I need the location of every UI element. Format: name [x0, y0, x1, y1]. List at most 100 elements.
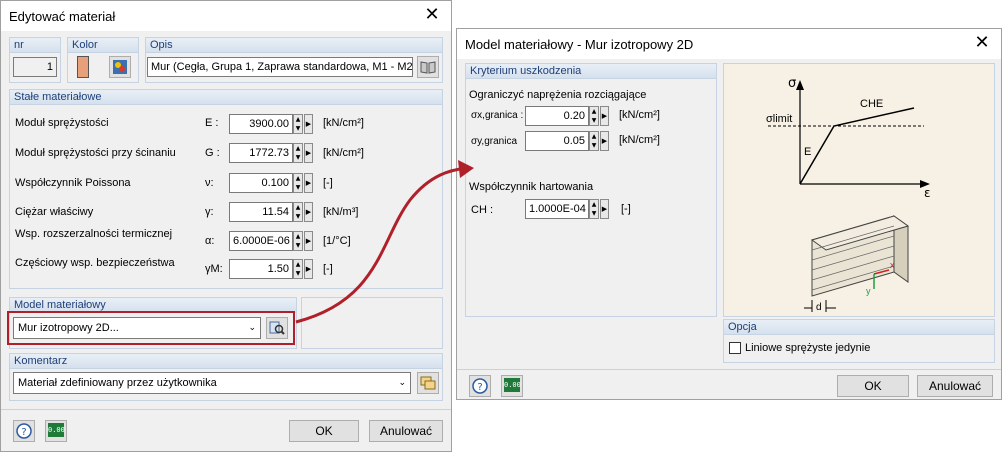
spin-button[interactable]: ▲ ▼ [293, 173, 303, 193]
svg-text:?: ? [21, 427, 26, 438]
constant-symbol: α: [205, 235, 215, 247]
che-label: CHE [860, 98, 884, 110]
constant-symbol: γ: [205, 206, 214, 218]
unit-label: [kN/cm²] [619, 109, 660, 121]
edit-material-title: Edytować materiał [9, 8, 116, 24]
cancel-button[interactable]: Anulować [917, 375, 993, 397]
spin-button[interactable]: ▲ ▼ [589, 199, 599, 219]
kolor-header: Kolor [68, 38, 138, 53]
spin-button[interactable]: ▲ ▼ [589, 106, 599, 126]
hardening-label: Współczynnik hartowania [469, 181, 594, 193]
color-picker-button[interactable] [109, 56, 131, 78]
help-button[interactable]: ? [13, 420, 35, 442]
sigma-y-label: σy,granica [471, 136, 518, 147]
help-icon: ? [472, 378, 488, 394]
unit-label: [-] [621, 203, 631, 215]
units-button[interactable]: 0.00 [501, 375, 523, 397]
units-icon: 0.00 [48, 423, 65, 437]
thermal-expansion-field[interactable]: 6.0000E-06 [229, 231, 293, 251]
close-icon[interactable]: ✕ [971, 33, 993, 55]
cancel-button[interactable]: Anulować [369, 420, 443, 442]
edit-material-titlebar: Edytować materiał ✕ [1, 1, 451, 31]
d-label: d [816, 302, 822, 313]
constants-header: Stałe materiałowe [10, 90, 442, 105]
book-icon [420, 61, 436, 74]
unit-weight-field[interactable]: 11.54 [229, 202, 293, 222]
spin-button[interactable]: ▲ ▼ [293, 143, 303, 163]
e-modulus-field[interactable]: 3900.00 [229, 114, 293, 134]
ok-button[interactable]: OK [289, 420, 359, 442]
stress-strain-diagram: σ σlimit CHE E ε x y d [723, 63, 995, 317]
arrow-button[interactable]: ▶ [304, 231, 313, 251]
comment-value: Materiał zdefiniowany przez użytkownika [18, 377, 217, 389]
spin-button[interactable]: ▲ ▼ [293, 202, 303, 222]
palette-icon [113, 60, 127, 74]
arrow-button[interactable]: ▶ [304, 259, 313, 279]
linear-elastic-label: Liniowe sprężyste jedynie [745, 342, 871, 354]
unit-label: [kN/m³] [323, 206, 359, 218]
library-button[interactable] [417, 56, 439, 78]
constant-label: Moduł sprężystości [15, 117, 109, 129]
help-icon: ? [16, 423, 32, 439]
unit-label: [-] [323, 263, 333, 275]
constant-label: Współczynnik Poissona [15, 177, 131, 189]
option-group: Opcja [723, 319, 995, 363]
spin-button[interactable]: ▲ ▼ [293, 259, 303, 279]
g-modulus-field[interactable]: 1772.73 [229, 143, 293, 163]
svg-text:?: ? [477, 382, 482, 393]
arrow-button[interactable]: ▶ [304, 114, 313, 134]
spin-button[interactable]: ▲ ▼ [293, 231, 303, 251]
separator [1, 409, 451, 410]
linear-elastic-checkbox[interactable] [729, 342, 741, 354]
comment-header: Komentarz [10, 354, 442, 369]
spin-button[interactable]: ▲ ▼ [589, 131, 599, 151]
highlight-frame [7, 311, 295, 345]
safety-factor-field[interactable]: 1.50 [229, 259, 293, 279]
opis-header: Opis [146, 38, 442, 53]
option-header: Opcja [724, 320, 994, 335]
units-icon: 0.00 [504, 378, 521, 392]
epsilon-label: ε [924, 186, 931, 200]
ok-button[interactable]: OK [837, 375, 909, 397]
unit-label: [kN/cm²] [323, 147, 364, 159]
color-swatch[interactable] [77, 56, 89, 78]
opis-field[interactable]: Mur (Cegła, Grupa 1, Zaprawa standardowa… [147, 57, 413, 77]
material-model-titlebar: Model materiałowy - Mur izotropowy 2D ✕ [457, 29, 1001, 59]
sigma-y-field[interactable]: 0.05 [525, 131, 589, 151]
unit-label: [kN/cm²] [323, 117, 364, 129]
close-icon[interactable]: ✕ [421, 5, 443, 27]
spin-button[interactable]: ▲ ▼ [293, 114, 303, 134]
arrow-button[interactable]: ▶ [304, 173, 313, 193]
sigma-x-field[interactable]: 0.20 [525, 106, 589, 126]
copy-icon [420, 376, 436, 390]
units-button[interactable]: 0.00 [45, 420, 67, 442]
constant-symbol: ν: [205, 177, 214, 189]
comment-select[interactable]: Materiał zdefiniowany przez użytkownika … [13, 372, 411, 394]
help-button[interactable]: ? [469, 375, 491, 397]
nr-field[interactable]: 1 [13, 57, 57, 77]
arrow-button[interactable]: ▶ [304, 143, 313, 163]
comment-library-button[interactable] [417, 372, 439, 394]
y-axis-label: y [866, 286, 871, 296]
edit-material-dialog: Edytować materiał ✕ nr 1 Kolor Opis Mur … [0, 0, 452, 452]
arrow-button[interactable]: ▶ [600, 131, 609, 151]
ch-label: CH : [471, 204, 493, 216]
material-model-dialog: Model materiałowy - Mur izotropowy 2D ✕ … [456, 28, 1002, 400]
material-model-title: Model materiałowy - Mur izotropowy 2D [465, 36, 694, 52]
arrow-button[interactable]: ▶ [600, 199, 609, 219]
arrow-button[interactable]: ▶ [600, 106, 609, 126]
nr-header: nr [10, 38, 60, 53]
constant-label: Częściowy wsp. bezpieczeństwa [15, 257, 175, 269]
ch-field[interactable]: 1.0000E-04 [525, 199, 589, 219]
constant-symbol: G : [205, 147, 220, 159]
poisson-field[interactable]: 0.100 [229, 173, 293, 193]
limit-tension-label: Ograniczyć naprężenia rozciągające [469, 89, 647, 101]
sigma-label: σ [788, 76, 797, 91]
unit-label: [kN/cm²] [619, 134, 660, 146]
unit-label: [1/°C] [323, 235, 351, 247]
constant-label: Moduł sprężystości przy ścinaniu [15, 147, 176, 159]
separator [457, 369, 1001, 370]
brick-wall [810, 215, 910, 297]
arrow-button[interactable]: ▶ [304, 202, 313, 222]
constant-label: Wsp. rozszerzalności termicznej [15, 228, 173, 240]
